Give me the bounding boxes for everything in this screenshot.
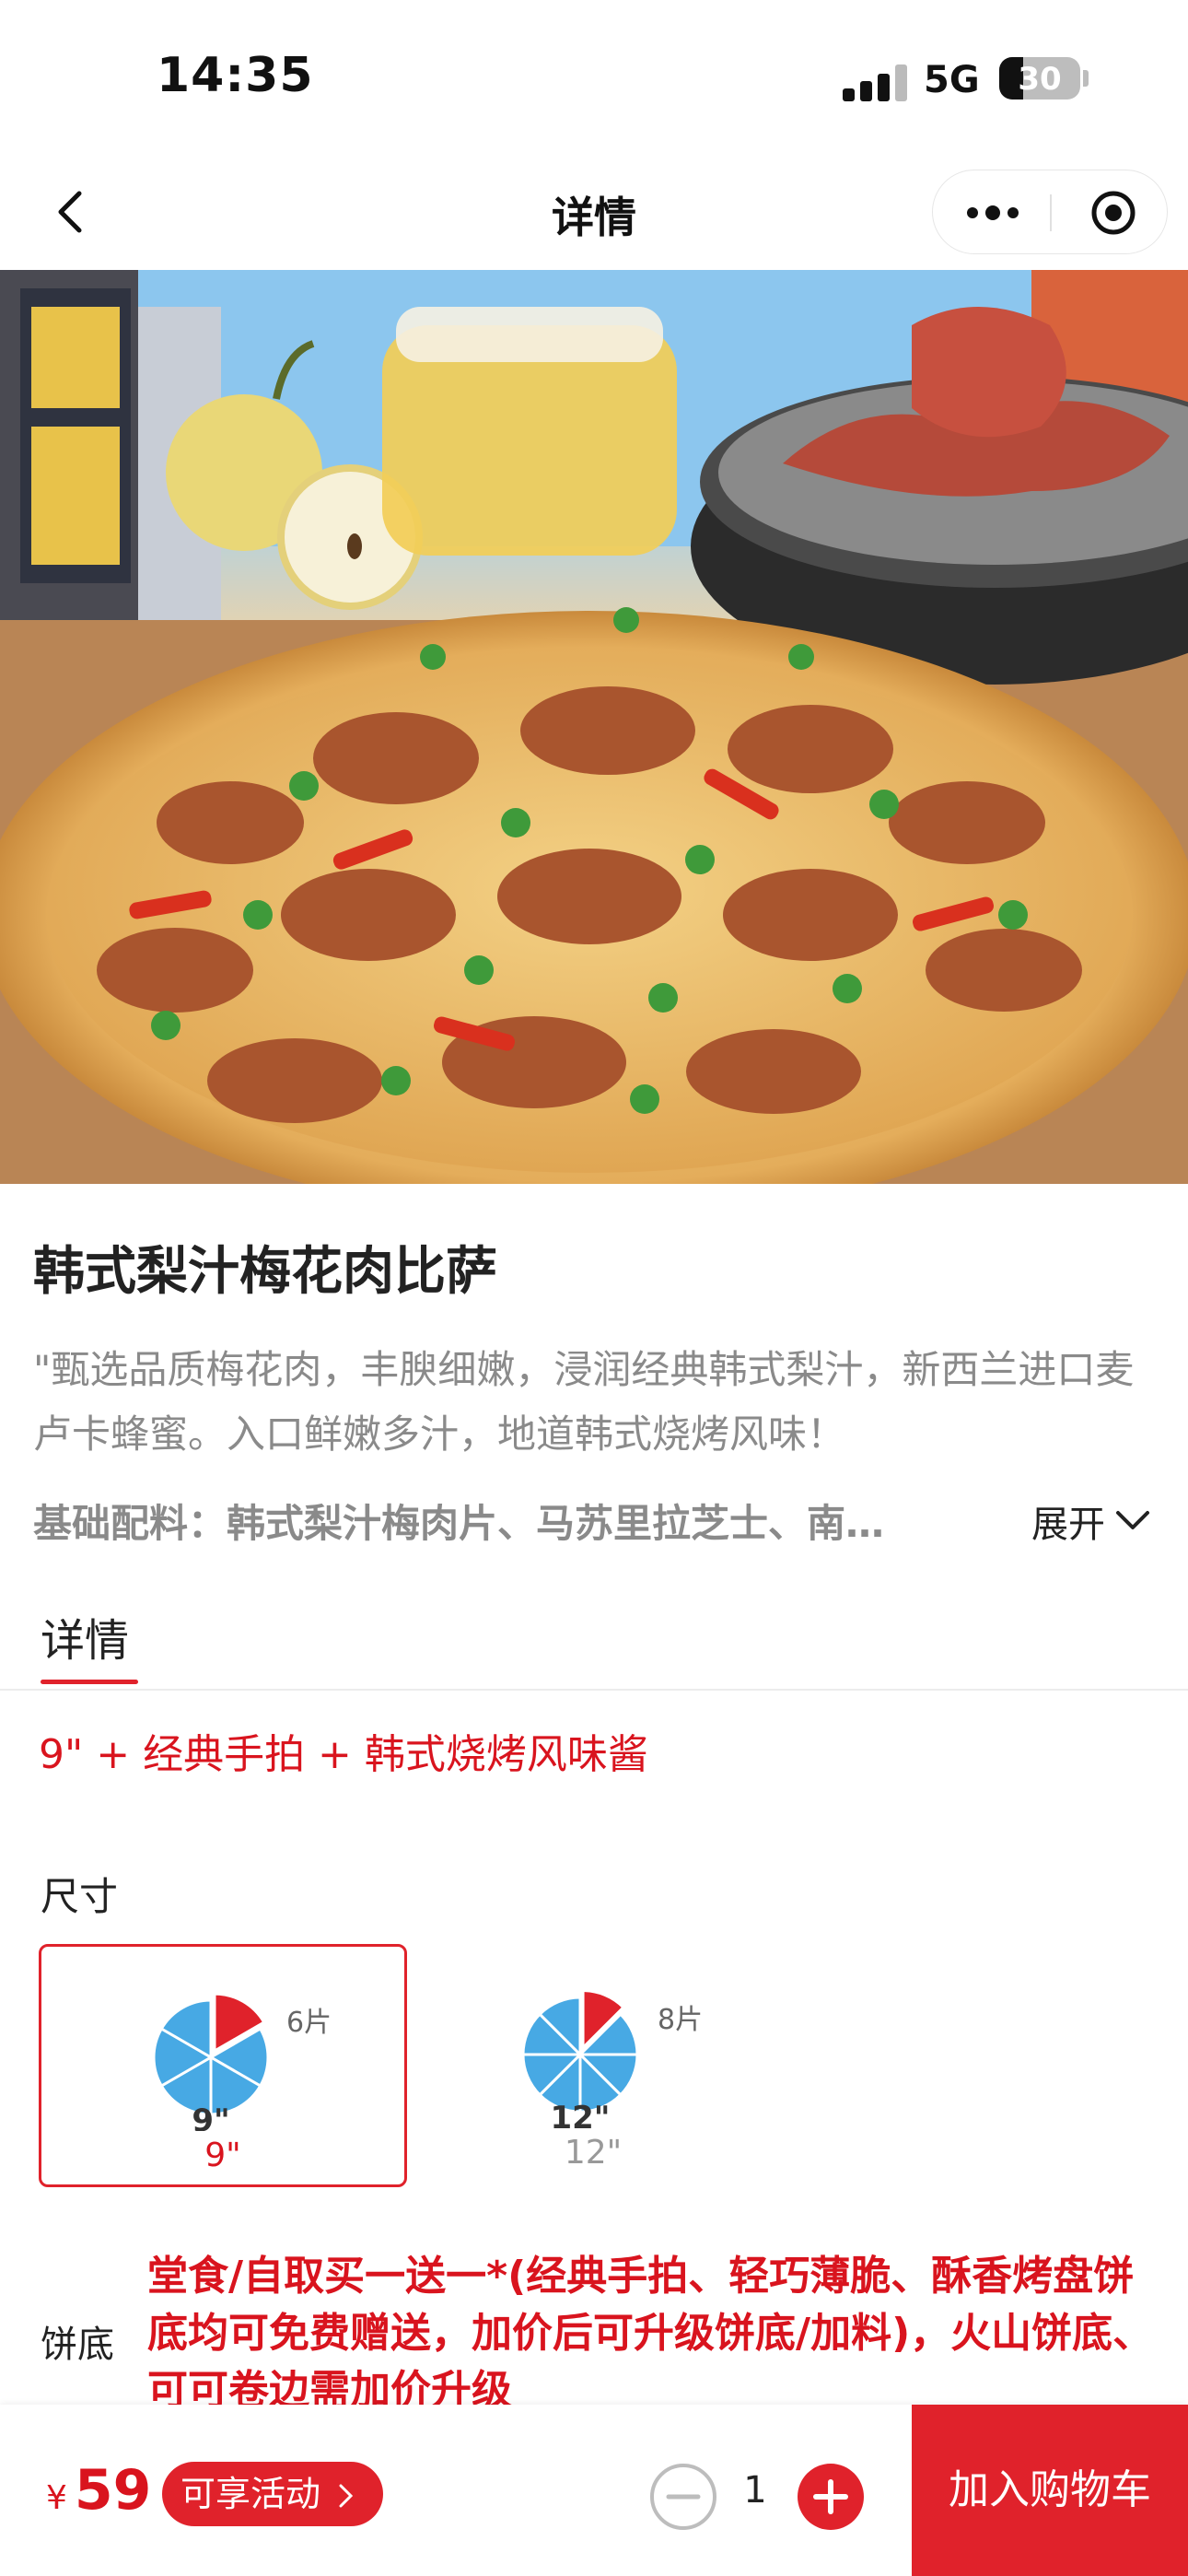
tab-bar: 详情 <box>0 1598 1188 1691</box>
pie-chart-8 <box>521 1989 639 2113</box>
decrease-quantity-button[interactable] <box>648 2462 718 2532</box>
battery-icon: 30 <box>999 57 1080 100</box>
add-to-cart-button[interactable]: 加入购物车 <box>912 2405 1188 2576</box>
chevron-right-icon <box>339 2484 354 2508</box>
nav-bar: 详情 <box>0 157 1188 267</box>
chevron-down-icon <box>1116 1511 1149 1529</box>
slice-count-label: 6片 <box>286 2007 332 2039</box>
size-value: 9" <box>204 2137 241 2174</box>
pie-chart-6 <box>152 1992 270 2116</box>
size-label: 尺寸 <box>41 1874 119 1919</box>
size-value: 12" <box>564 2134 623 2172</box>
battery-level: 30 <box>1018 61 1062 98</box>
more-icon[interactable] <box>964 198 1021 228</box>
product-description: "甄选品质梅花肉，丰腴细嫩，浸润经典韩式梨汁，新西兰进口麦卢卡蜂蜜。入口鲜嫩多汁… <box>33 1347 1135 1457</box>
promo-badge[interactable]: 可享活动 <box>162 2462 384 2526</box>
product-image <box>0 270 1188 1184</box>
size-icon-label: 12" <box>550 2100 610 2128</box>
bottom-action-bar: ¥ 59 可享活动 1 加入购物车 <box>0 2405 1188 2576</box>
expand-button[interactable]: 展开 <box>1031 1494 1151 1548</box>
slice-count-label: 8片 <box>658 2004 703 2036</box>
ingredients-text: 基础配料：韩式梨汁梅肉片、马苏里拉芝士、南… <box>33 1501 885 1546</box>
network-label: 5G <box>924 59 980 101</box>
close-miniprogram-icon[interactable] <box>1089 189 1137 237</box>
tab-active-indicator <box>41 1680 138 1684</box>
crust-promo-note: 堂食/自取买一送一*(经典手拍、轻巧薄脆、酥香烤盘饼底均可免费赠送，加价后可升级… <box>147 2253 1154 2414</box>
quantity-value: 1 <box>743 2469 767 2512</box>
crust-label: 饼底 <box>41 2324 114 2366</box>
status-time: 14:35 <box>157 48 314 103</box>
price: ¥ 59 <box>46 2458 151 2523</box>
battery-cap <box>1083 70 1089 87</box>
currency-symbol: ¥ <box>46 2479 67 2517</box>
status-bar: 14:35 5G 30 <box>0 0 1188 157</box>
tab-detail[interactable]: 详情 <box>41 1604 129 1669</box>
signal-icon <box>843 64 909 101</box>
promo-label: 可享活动 <box>181 2474 321 2514</box>
increase-quantity-button[interactable] <box>796 2462 866 2532</box>
capsule-divider <box>1050 194 1052 231</box>
miniprogram-capsule <box>932 170 1168 254</box>
size-icon-label: 9" <box>192 2102 229 2131</box>
product-title: 韩式梨汁梅花肉比萨 <box>33 1242 497 1302</box>
size-option-12-inch[interactable]: 8片 12" 12" <box>409 1944 777 2187</box>
selection-summary: 9" + 经典手拍 + 韩式烧烤风味酱 <box>39 1731 648 1778</box>
pizza-6-slice-icon: 6片 9" <box>152 1992 332 2131</box>
size-option-9-inch[interactable]: 6片 9" 9" <box>39 1944 407 2187</box>
price-value: 59 <box>74 2458 152 2523</box>
expand-label: 展开 <box>1031 1504 1105 1546</box>
pizza-8-slice-icon: 8片 12" <box>521 1989 703 2128</box>
pizza-illustration <box>0 270 1188 1184</box>
